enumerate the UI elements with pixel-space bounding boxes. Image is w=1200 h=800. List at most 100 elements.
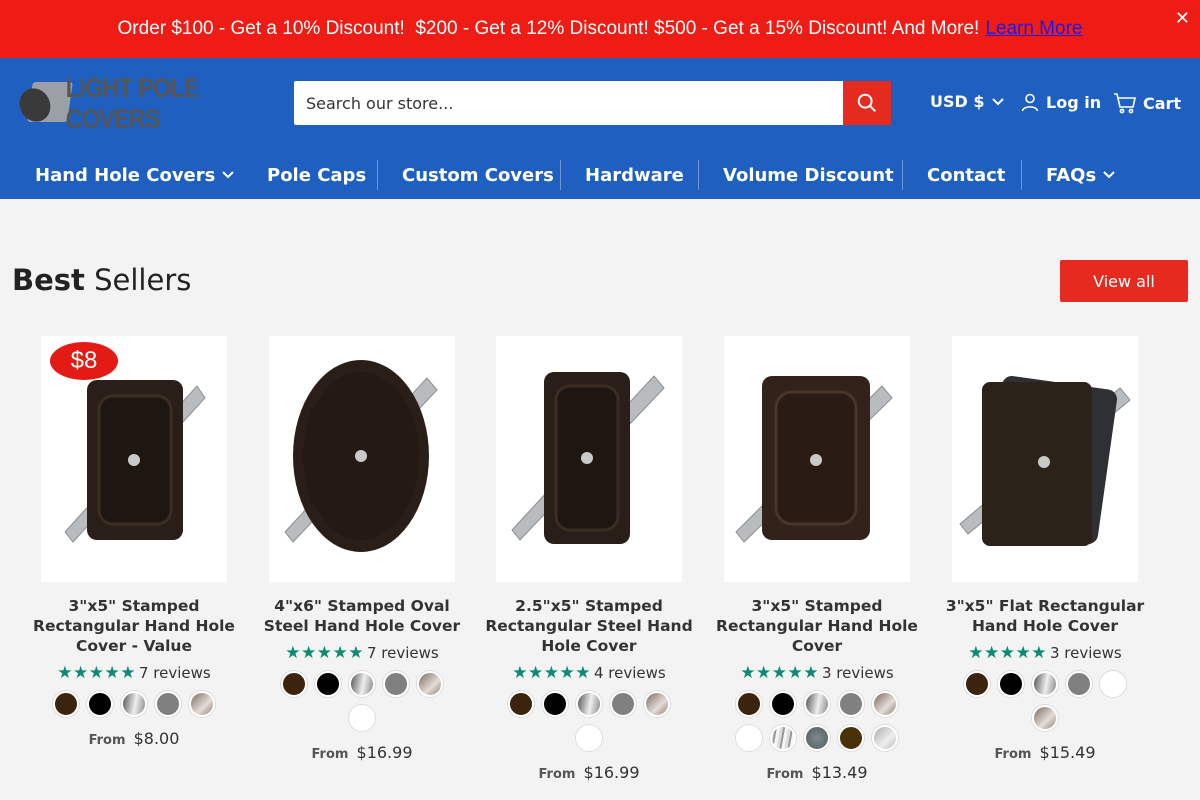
product-image[interactable] [724,336,910,582]
product-rating: ★★★★★ 3 reviews [703,663,931,683]
product-title[interactable]: 4"x6" Stamped Oval Steel Hand Hole Cover [248,596,476,636]
price-value: $16.99 [356,743,413,762]
product-title[interactable]: 3"x5" Stamped Rectangular Hand Hole Cove… [703,596,931,656]
learn-more-link[interactable]: Learn More [985,18,1082,40]
cart-link[interactable]: Cart [1113,92,1181,114]
swatch-dark-bronze[interactable] [838,725,864,751]
swatch-gray[interactable] [383,671,409,697]
product-photo [959,375,1131,546]
product-image[interactable] [269,336,455,582]
product-card[interactable]: 2.5"x5" Stamped Rectangular Steel Hand H… [475,336,703,782]
nav-contact[interactable]: Contact [903,160,1029,190]
nav-hardware[interactable]: Hardware [561,160,708,190]
swatch-silver[interactable] [804,691,830,717]
swatch-black[interactable] [770,691,796,717]
swatch-gray[interactable] [610,691,636,717]
color-swatches [729,691,905,751]
swatch-black[interactable] [87,691,113,717]
swatch-bronze[interactable] [644,691,670,717]
swatch-bronze[interactable] [189,691,215,717]
swatch-silver[interactable] [349,671,375,697]
swatch-silver[interactable] [576,691,602,717]
product-title[interactable]: 3"x5" Stamped Rectangular Hand Hole Cove… [20,596,248,656]
star-rating-icon: ★★★★★ [968,643,1047,663]
close-icon[interactable]: ✕ [1175,8,1190,29]
swatch-brown[interactable] [736,691,762,717]
swatch-bronze[interactable] [872,691,898,717]
swatch-gray[interactable] [155,691,181,717]
currency-selector[interactable]: USD $ [930,92,1005,111]
swatch-black[interactable] [315,671,341,697]
search-input[interactable] [294,81,843,125]
announcement-message: Order $100 - Get a 10% Discount! $200 - … [117,18,980,39]
swatch-white[interactable] [1100,671,1126,697]
product-image[interactable]: $8 [41,336,227,582]
product-title[interactable]: 3"x5" Flat Rectangular Hand Hole Cover [931,596,1159,636]
price-badge: $8 [50,342,118,380]
swatch-light-silver[interactable] [872,725,898,751]
section-title-bold: Best [12,263,85,297]
nav-faqs[interactable]: FAQs [1022,160,1140,190]
section-title: Best Sellers [12,263,191,297]
nav-hand-hole-covers[interactable]: Hand Hole Covers [11,160,259,190]
swatch-gray[interactable] [838,691,864,717]
price-from-label: From [766,767,804,782]
nav-label: Pole Caps [267,164,367,186]
product-rating: ★★★★★ 7 reviews [20,663,248,683]
product-card[interactable]: $8 3"x5" Stamped Rectangular Hand Hole C… [20,336,248,748]
search-icon [857,93,876,112]
color-swatches [957,671,1133,731]
swatch-brown[interactable] [508,691,534,717]
chevron-down-icon [222,171,235,179]
swatch-black[interactable] [998,671,1024,697]
login-link[interactable]: Log in [1020,92,1101,112]
nav-volume-discount[interactable]: Volume Discount [699,160,918,190]
announcement-bar: Order $100 - Get a 10% Discount! $200 - … [0,0,1200,58]
price-from-label: From [994,747,1032,762]
product-rating: ★★★★★ 4 reviews [475,663,703,683]
cart-label: Cart [1143,93,1182,113]
swatch-silver[interactable] [121,691,147,717]
logo[interactable]: LIGHT POLE COVERS [14,73,256,134]
section-title-rest: Sellers [94,263,192,297]
product-image[interactable] [952,336,1138,582]
swatch-white[interactable] [576,725,602,751]
swatch-white[interactable] [736,725,762,751]
product-price: From $16.99 [248,743,476,762]
product-card[interactable]: 3"x5" Stamped Rectangular Hand Hole Cove… [703,336,931,782]
swatch-black[interactable] [542,691,568,717]
review-count: 3 reviews [1049,644,1122,662]
cart-icon [1114,93,1136,114]
color-swatches [501,691,677,751]
swatch-gray[interactable] [1066,671,1092,697]
review-count: 3 reviews [821,664,894,682]
swatch-silver[interactable] [1032,671,1058,697]
search-button[interactable] [843,81,891,125]
nav-custom-covers[interactable]: Custom Covers [378,160,578,190]
swatch-bronze[interactable] [1032,705,1058,731]
swatch-brown[interactable] [964,671,990,697]
star-rating-icon: ★★★★★ [740,663,819,683]
swatch-brown[interactable] [281,671,307,697]
product-price: From $16.99 [475,763,703,782]
price-value: $15.49 [1039,743,1096,762]
product-rating: ★★★★★ 3 reviews [931,643,1159,663]
swatch-brushed[interactable] [770,725,796,751]
swatch-brown[interactable] [53,691,79,717]
swatch-hammered-gray[interactable] [804,725,830,751]
logo-text: LIGHT POLE COVERS [65,72,200,134]
product-card[interactable]: 3"x5" Flat Rectangular Hand Hole Cover ★… [931,336,1159,762]
swatch-white[interactable] [349,705,375,731]
product-image[interactable] [496,336,682,582]
main-nav: Hand Hole Covers Pole Caps Custom Covers… [0,158,1200,199]
nav-pole-caps[interactable]: Pole Caps [243,160,390,190]
product-photo [735,376,893,543]
login-label: Log in [1046,92,1102,112]
price-from-label: From [538,767,576,782]
search-bar [294,81,891,125]
product-price: From $8.00 [20,729,248,748]
swatch-bronze[interactable] [417,671,443,697]
product-title[interactable]: 2.5"x5" Stamped Rectangular Steel Hand H… [475,596,703,656]
product-card[interactable]: 4"x6" Stamped Oval Steel Hand Hole Cover… [248,336,476,762]
view-all-button[interactable]: View all [1060,260,1188,302]
